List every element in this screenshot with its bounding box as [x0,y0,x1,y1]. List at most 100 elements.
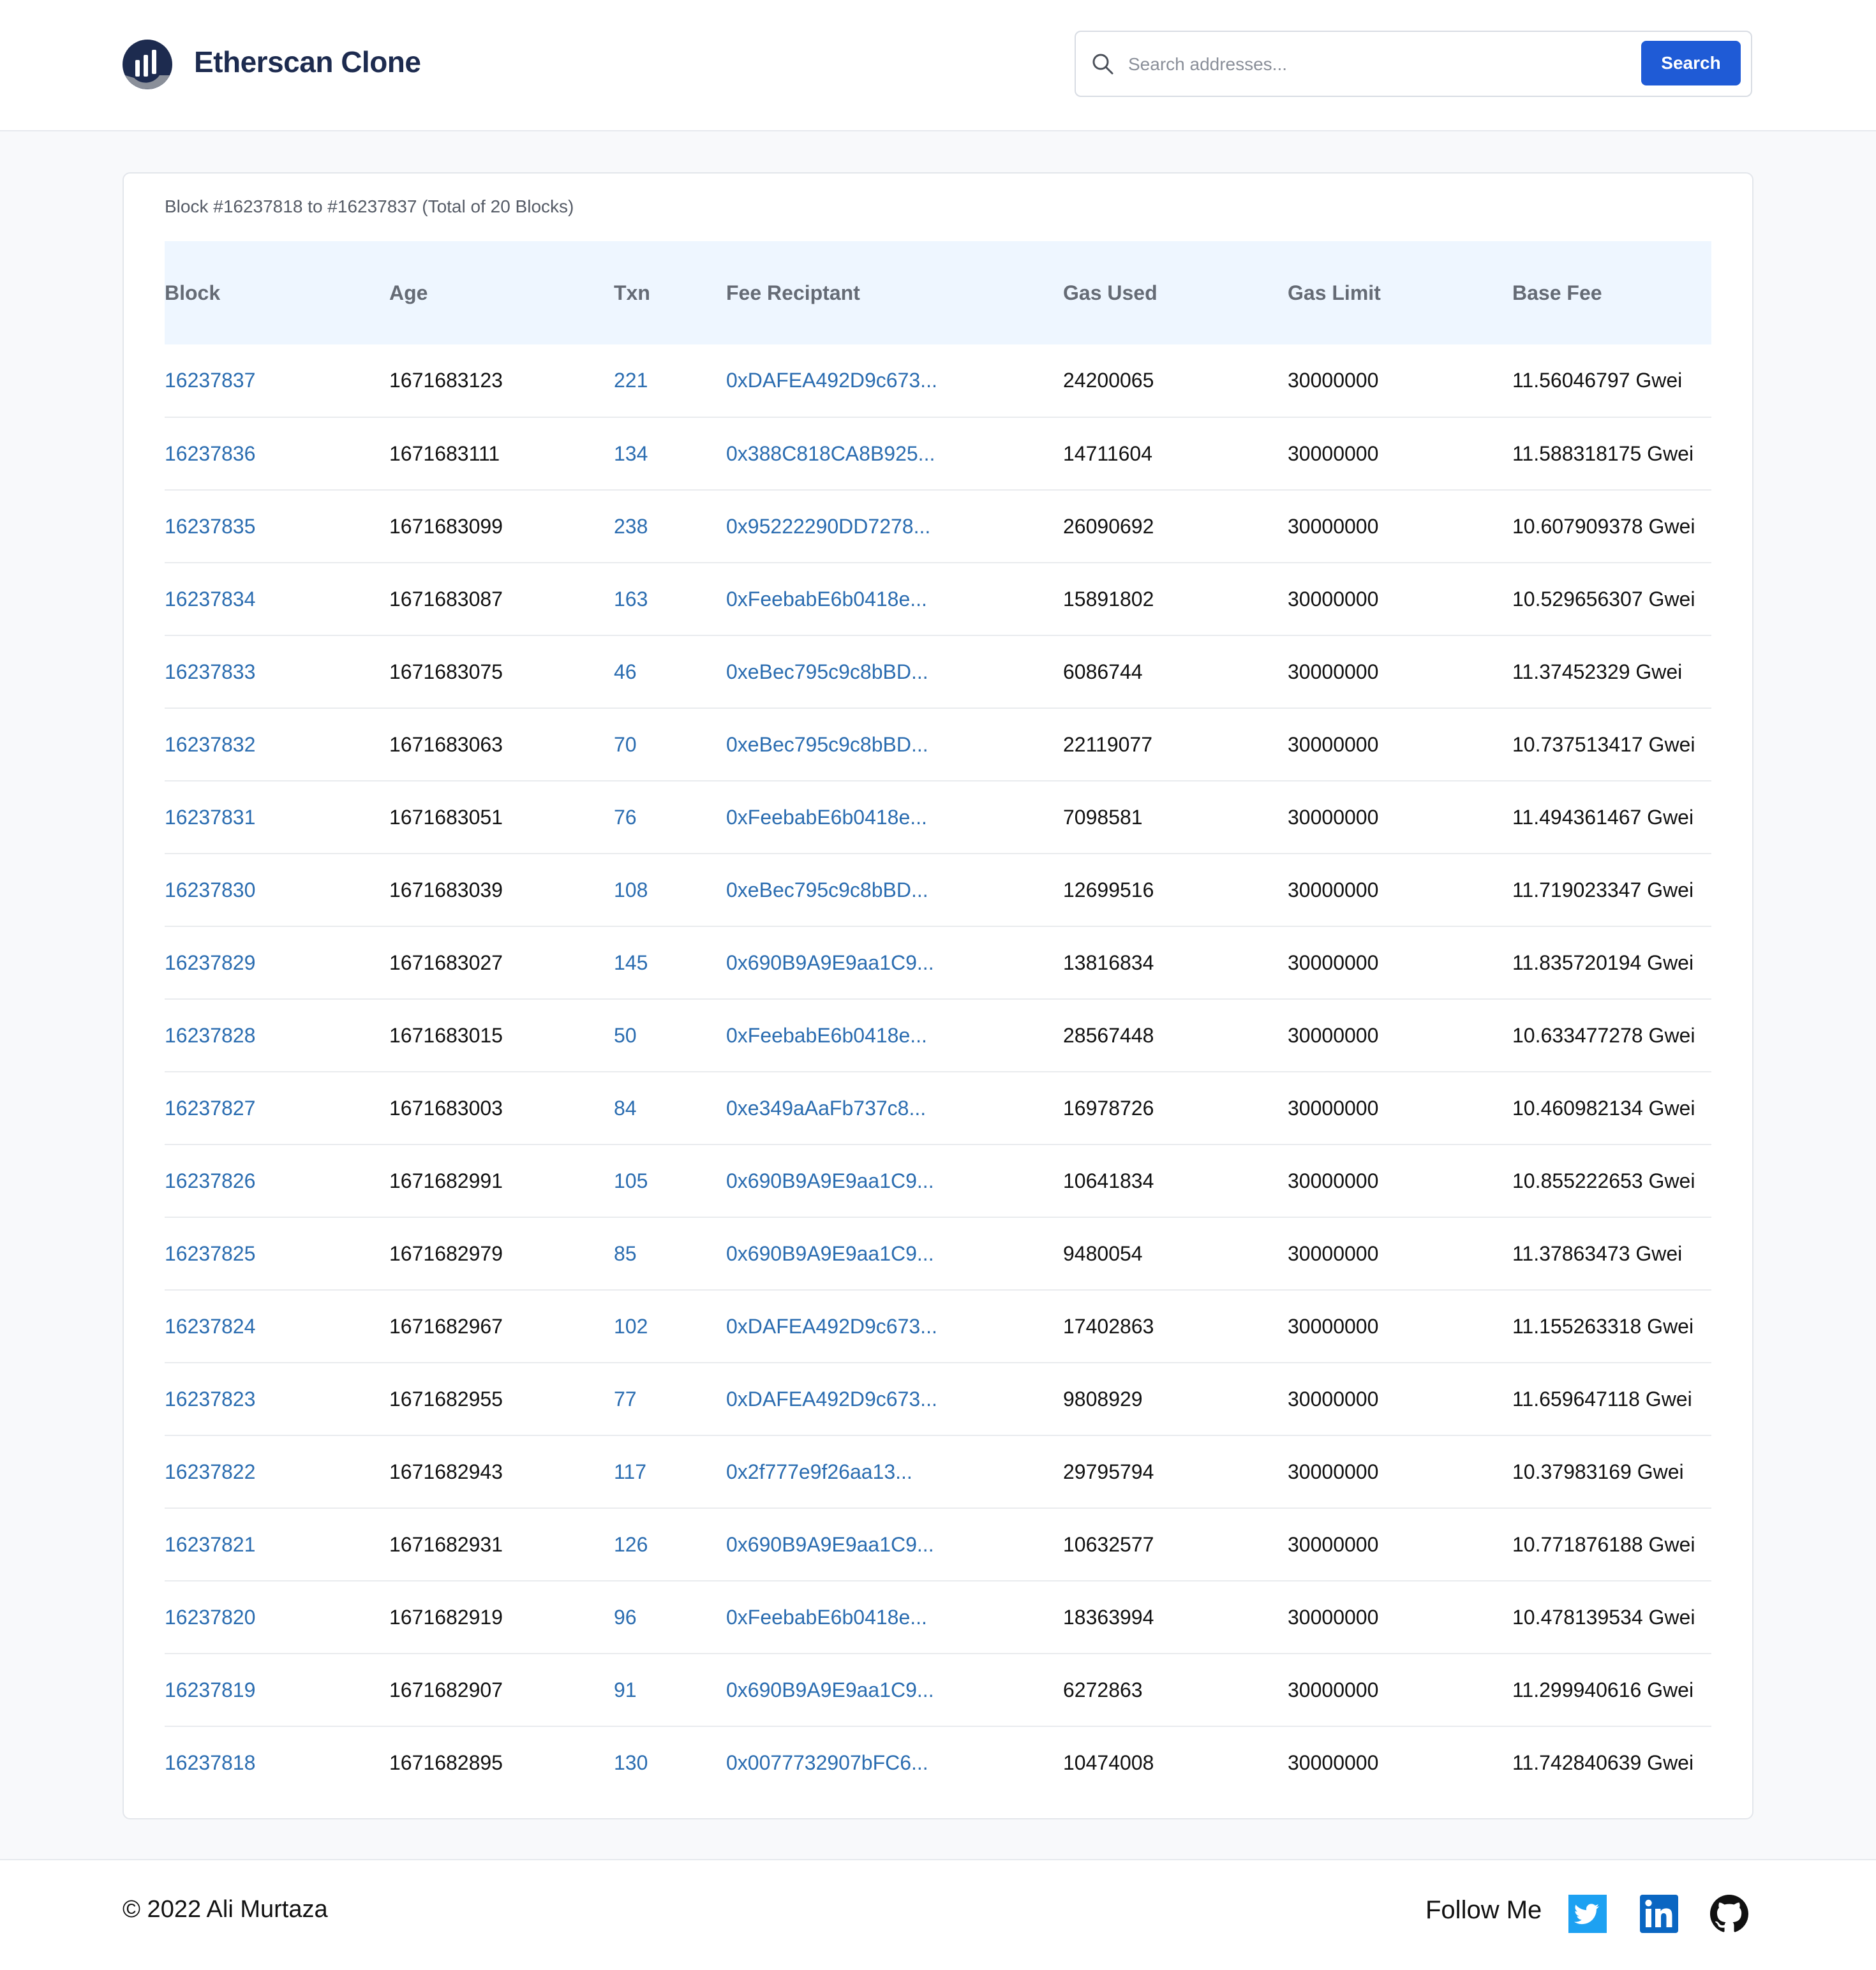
block-number-link[interactable]: 16237830 [165,854,389,926]
base-fee-cell: 11.155263318 Gwei [1512,1314,1694,1338]
txn-count-link[interactable]: 85 [614,1217,726,1290]
column-header-gas-used: Gas Used [1063,281,1158,304]
gas-limit-cell: 30000000 [1288,587,1379,611]
fee-recipient-link[interactable]: 0x690B9A9E9aa1C9... [726,1144,1063,1217]
txn-count-link[interactable]: 130 [614,1726,726,1799]
twitter-icon[interactable] [1568,1895,1607,1933]
txn-count-link[interactable]: 96 [614,1581,726,1654]
txn-count-link[interactable]: 126 [614,1508,726,1581]
txn-count-link[interactable]: 108 [614,854,726,926]
block-number-link[interactable]: 16237819 [165,1654,389,1726]
age-cell: 1671682943 [389,1460,503,1483]
block-number-link[interactable]: 16237834 [165,563,389,635]
table-row: 16237827 1671683003 84 0xe349aAaFb737c8... 1… [165,1072,1711,1144]
table-row: 16237832 1671683063 70 0xeBec795c9c8bBD... 2… [165,708,1711,781]
table-row: 16237829 1671683027 145 0x690B9A9E9aa1C9...… [165,926,1711,999]
block-number-link[interactable]: 16237829 [165,926,389,999]
fee-recipient-link[interactable]: 0xFeebabE6b0418e... [726,563,1063,635]
fee-recipient-link[interactable]: 0xFeebabE6b0418e... [726,1581,1063,1654]
search-input[interactable] [1127,43,1640,85]
column-header-age: Age [389,281,428,304]
block-number-link[interactable]: 16237831 [165,781,389,854]
fee-recipient-link[interactable]: 0x690B9A9E9aa1C9... [726,1654,1063,1726]
block-number-link[interactable]: 16237837 [165,344,389,417]
fee-recipient-link[interactable]: 0xFeebabE6b0418e... [726,999,1063,1072]
gas-limit-cell: 30000000 [1288,1314,1379,1338]
gas-limit-cell: 30000000 [1288,878,1379,901]
block-number-link[interactable]: 16237822 [165,1435,389,1508]
fee-recipient-link[interactable]: 0x0077732907bFC6... [726,1726,1063,1799]
block-number-link[interactable]: 16237828 [165,999,389,1072]
fee-recipient-link[interactable]: 0xeBec795c9c8bBD... [726,854,1063,926]
search-button[interactable]: Search [1641,41,1741,85]
age-cell: 1671682931 [389,1532,503,1556]
gas-used-cell: 22119077 [1063,732,1152,756]
fee-recipient-link[interactable]: 0xe349aAaFb737c8... [726,1072,1063,1144]
txn-count-link[interactable]: 77 [614,1363,726,1435]
base-fee-cell: 11.835720194 Gwei [1512,951,1694,974]
table-row: 16237837 1671683123 221 0xDAFEA492D9c673...… [165,344,1711,417]
fee-recipient-link[interactable]: 0x690B9A9E9aa1C9... [726,926,1063,999]
age-cell: 1671683027 [389,951,503,974]
block-number-link[interactable]: 16237833 [165,635,389,708]
block-number-link[interactable]: 16237825 [165,1217,389,1290]
fee-recipient-link[interactable]: 0x95222290DD7278... [726,490,1063,563]
block-number-link[interactable]: 16237818 [165,1726,389,1799]
brand-title[interactable]: Etherscan Clone [194,45,421,79]
table-row: 16237822 1671682943 117 0x2f777e9f26aa13...… [165,1435,1711,1508]
txn-count-link[interactable]: 117 [614,1435,726,1508]
txn-count-link[interactable]: 238 [614,490,726,563]
block-number-link[interactable]: 16237836 [165,417,389,490]
copyright-text: © 2022 Ali Murtaza [123,1896,328,1923]
fee-recipient-link[interactable]: 0x690B9A9E9aa1C9... [726,1217,1063,1290]
block-number-link[interactable]: 16237821 [165,1508,389,1581]
txn-count-link[interactable]: 91 [614,1654,726,1726]
gas-limit-cell: 30000000 [1288,951,1379,974]
gas-limit-cell: 30000000 [1288,1678,1379,1701]
table-row: 16237835 1671683099 238 0x95222290DD7278...… [165,490,1711,563]
block-number-link[interactable]: 16237820 [165,1581,389,1654]
column-header-gas-limit: Gas Limit [1288,281,1381,304]
github-icon[interactable] [1710,1895,1748,1933]
linkedin-icon[interactable] [1640,1895,1678,1933]
base-fee-cell: 11.719023347 Gwei [1512,878,1694,901]
fee-recipient-link[interactable]: 0x690B9A9E9aa1C9... [726,1508,1063,1581]
block-number-link[interactable]: 16237832 [165,708,389,781]
age-cell: 1671683075 [389,660,503,683]
gas-limit-cell: 30000000 [1288,1387,1379,1411]
table-row: 16237834 1671683087 163 0xFeebabE6b0418e...… [165,563,1711,635]
txn-count-link[interactable]: 105 [614,1144,726,1217]
block-number-link[interactable]: 16237835 [165,490,389,563]
txn-count-link[interactable]: 134 [614,417,726,490]
gas-used-cell: 10632577 [1063,1532,1154,1556]
fee-recipient-link[interactable]: 0xDAFEA492D9c673... [726,1290,1063,1363]
table-row: 16237820 1671682919 96 0xFeebabE6b0418e... 1… [165,1581,1711,1654]
age-cell: 1671683003 [389,1096,503,1120]
block-number-link[interactable]: 16237824 [165,1290,389,1363]
txn-count-link[interactable]: 102 [614,1290,726,1363]
fee-recipient-link[interactable]: 0xFeebabE6b0418e... [726,781,1063,854]
txn-count-link[interactable]: 163 [614,563,726,635]
etherscan-logo-icon[interactable] [121,38,174,91]
block-number-link[interactable]: 16237823 [165,1363,389,1435]
txn-count-link[interactable]: 84 [614,1072,726,1144]
gas-used-cell: 13816834 [1063,951,1154,974]
txn-count-link[interactable]: 70 [614,708,726,781]
txn-count-link[interactable]: 145 [614,926,726,999]
txn-count-link[interactable]: 76 [614,781,726,854]
txn-count-link[interactable]: 46 [614,635,726,708]
age-cell: 1671682979 [389,1241,503,1265]
base-fee-cell: 11.494361467 Gwei [1512,805,1694,829]
block-number-link[interactable]: 16237827 [165,1072,389,1144]
age-cell: 1671682895 [389,1751,503,1774]
fee-recipient-link[interactable]: 0xeBec795c9c8bBD... [726,708,1063,781]
fee-recipient-link[interactable]: 0x388C818CA8B925... [726,417,1063,490]
fee-recipient-link[interactable]: 0x2f777e9f26aa13... [726,1435,1063,1508]
fee-recipient-link[interactable]: 0xDAFEA492D9c673... [726,1363,1063,1435]
base-fee-cell: 11.742840639 Gwei [1512,1751,1694,1774]
block-number-link[interactable]: 16237826 [165,1144,389,1217]
fee-recipient-link[interactable]: 0xDAFEA492D9c673... [726,344,1063,417]
fee-recipient-link[interactable]: 0xeBec795c9c8bBD... [726,635,1063,708]
txn-count-link[interactable]: 221 [614,344,726,417]
txn-count-link[interactable]: 50 [614,999,726,1072]
